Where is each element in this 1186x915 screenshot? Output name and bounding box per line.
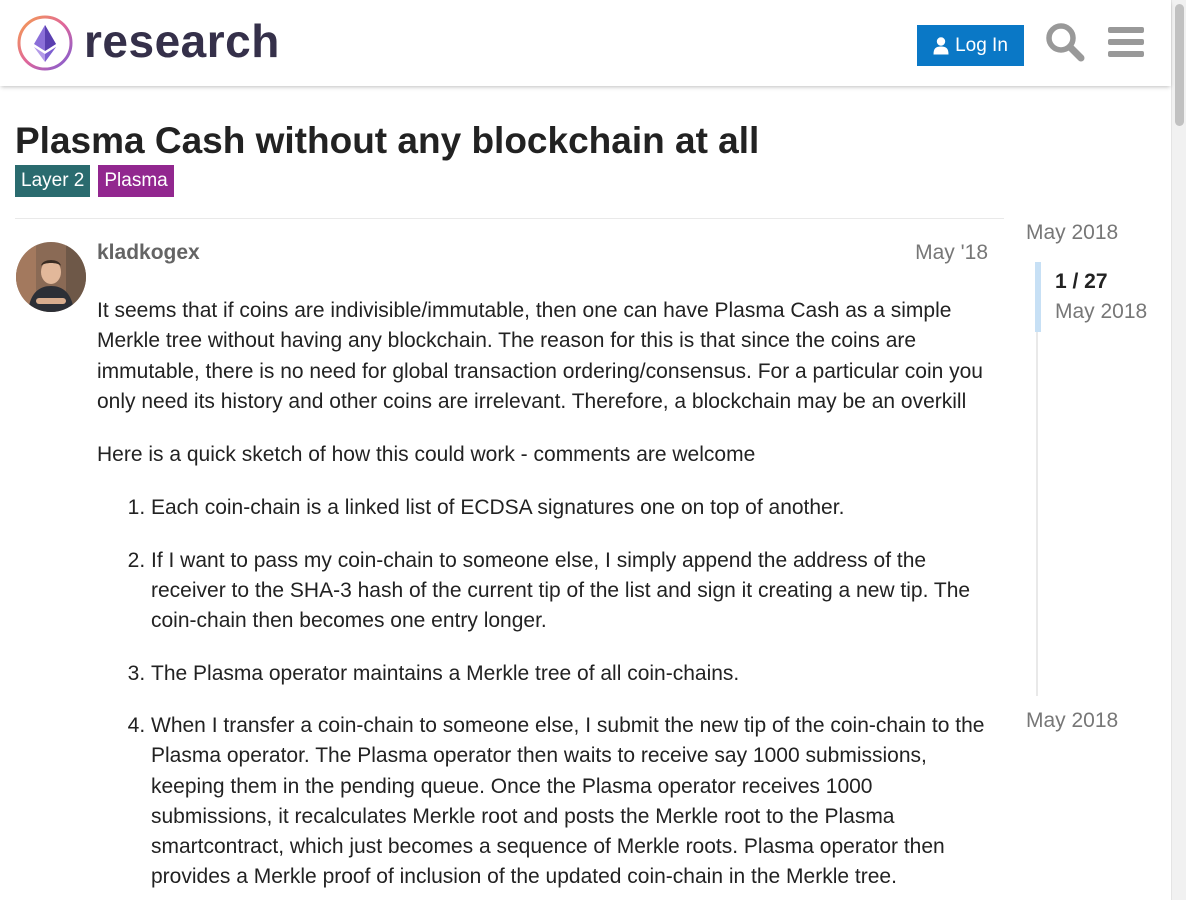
post-date[interactable]: May '18 <box>915 239 988 267</box>
page-scrollbar[interactable] <box>1171 0 1186 900</box>
list-item: The Plasma operator maintains a Merkle t… <box>151 659 992 689</box>
list-item: If I want to pass my coin-chain to someo… <box>151 546 992 637</box>
timeline-handle[interactable] <box>1035 262 1041 332</box>
title-divider <box>15 218 1004 219</box>
post-body: It seems that if coins are indivisible/i… <box>97 296 992 915</box>
site-header: research Log In <box>0 0 1171 86</box>
timeline-start-date[interactable]: May 2018 <box>1026 219 1118 247</box>
timeline-end-date[interactable]: May 2018 <box>1026 707 1118 735</box>
tag-plasma[interactable]: Plasma <box>98 165 174 197</box>
topic-tags: Layer 2 Plasma <box>15 165 174 197</box>
post-paragraph: It seems that if coins are indivisible/i… <box>97 299 983 413</box>
list-item: Each coin-chain is a linked list of ECDS… <box>151 493 992 523</box>
topic-title[interactable]: Plasma Cash without any blockchain at al… <box>15 118 759 164</box>
menu-icon[interactable] <box>1105 21 1147 63</box>
post-list: Each coin-chain is a linked list of ECDS… <box>97 493 992 892</box>
site-logo[interactable]: research <box>16 14 280 72</box>
list-item: When I transfer a coin-chain to someone … <box>151 711 992 893</box>
site-name: research <box>84 15 280 67</box>
timeline-position[interactable]: 1 / 27 <box>1055 267 1108 297</box>
tag-layer-2[interactable]: Layer 2 <box>15 165 91 197</box>
search-icon[interactable] <box>1044 21 1086 63</box>
avatar-photo <box>16 242 86 312</box>
user-icon <box>933 36 949 54</box>
post-author[interactable]: kladkogex <box>97 239 200 267</box>
login-button[interactable]: Log In <box>917 25 1024 66</box>
post-paragraph: Here is a quick sketch of how this could… <box>97 443 756 467</box>
login-label: Log In <box>955 34 1008 56</box>
avatar[interactable] <box>16 242 86 312</box>
timeline-position-date: May 2018 <box>1055 300 1148 323</box>
scrollbar-thumb[interactable] <box>1175 4 1184 126</box>
logo-icon <box>17 15 73 71</box>
